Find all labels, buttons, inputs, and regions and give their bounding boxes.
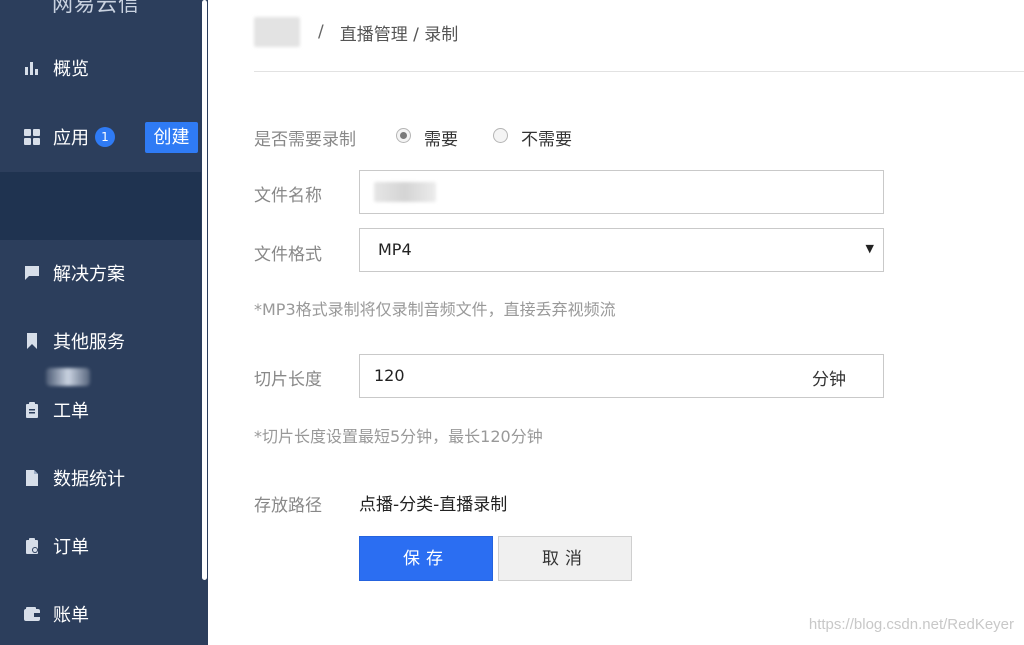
format-select[interactable]: MP4 ▼ [359,228,884,272]
slice-length-hint: *切片长度设置最短5分钟，最长120分钟 [254,427,543,446]
breadcrumb: / 直播管理 / 录制 [254,15,458,49]
caret-down-icon: ▼ [865,242,874,255]
record-no-radio[interactable] [493,128,508,143]
sidebar-item-other-services[interactable]: 其他服务 [0,307,201,375]
save-button[interactable]: 保存 [359,536,493,581]
app-count-badge: 1 [95,127,115,147]
sidebar: 网易云信 概览 应用 1 创建 解决方案 其他服务 工单 数据统计 订单 账单 [0,0,208,645]
sidebar-item-overview[interactable]: 概览 [0,34,201,102]
document-icon [24,470,40,486]
storage-path-label: 存放路径 [254,496,322,516]
record-yes-label[interactable]: 需要 [424,125,458,150]
cancel-button[interactable]: 取消 [498,536,632,581]
sidebar-item-app-selected[interactable] [0,172,201,386]
format-select-value: MP4 [378,240,412,259]
sidebar-item-label: 其他服务 [53,332,125,353]
record-yes-radio[interactable] [396,128,411,143]
sidebar-item-solutions[interactable]: 解决方案 [0,239,201,307]
sidebar-item-label: 数据统计 [53,469,125,490]
sidebar-item-orders[interactable]: 订单 [0,512,201,580]
sidebar-item-label: 账单 [53,605,89,626]
filename-input[interactable] [359,170,884,214]
format-label: 文件格式 [254,245,322,265]
slice-length-label: 切片长度 [254,370,322,390]
filename-label: 文件名称 [254,186,322,206]
bar-chart-icon [24,60,40,76]
sidebar-item-label: 概览 [53,59,89,80]
breadcrumb-separator: / [318,22,324,42]
chat-icon [24,265,40,281]
slice-length-input[interactable]: 120 分钟 [359,354,884,398]
slice-length-unit: 分钟 [812,370,846,390]
sidebar-item-tickets[interactable]: 工单 [0,376,201,444]
record-no-label[interactable]: 不需要 [521,125,572,150]
create-app-button[interactable]: 创建 [145,122,198,153]
record-label: 是否需要录制 [254,130,356,150]
order-icon [24,538,40,554]
header-divider [254,71,1024,72]
watermark: https://blog.csdn.net/RedKeyer [808,616,1014,633]
redacted-filename [374,182,436,202]
format-hint: *MP3格式录制将仅录制音频文件，直接丢弃视频流 [254,300,616,319]
sidebar-item-label: 订单 [53,537,89,558]
sidebar-item-label: 工单 [53,401,89,422]
brand-name: 网易云信 [52,0,140,16]
breadcrumb-path[interactable]: 直播管理 / 录制 [340,20,459,45]
sidebar-item-label: 解决方案 [53,264,125,285]
redacted-breadcrumb-root[interactable] [254,17,300,47]
bookmark-icon [24,333,40,349]
grid-icon [24,129,40,145]
sidebar-item-statistics[interactable]: 数据统计 [0,444,201,512]
slice-length-value: 120 [374,366,405,385]
clipboard-icon [24,402,40,418]
storage-path-value: 点播-分类-直播录制 [359,495,508,515]
sidebar-item-bills[interactable]: 账单 [0,580,201,645]
wallet-icon [24,606,40,622]
sidebar-scrollbar-thumb[interactable] [202,0,207,580]
sidebar-item-label: 应用 [53,128,89,149]
